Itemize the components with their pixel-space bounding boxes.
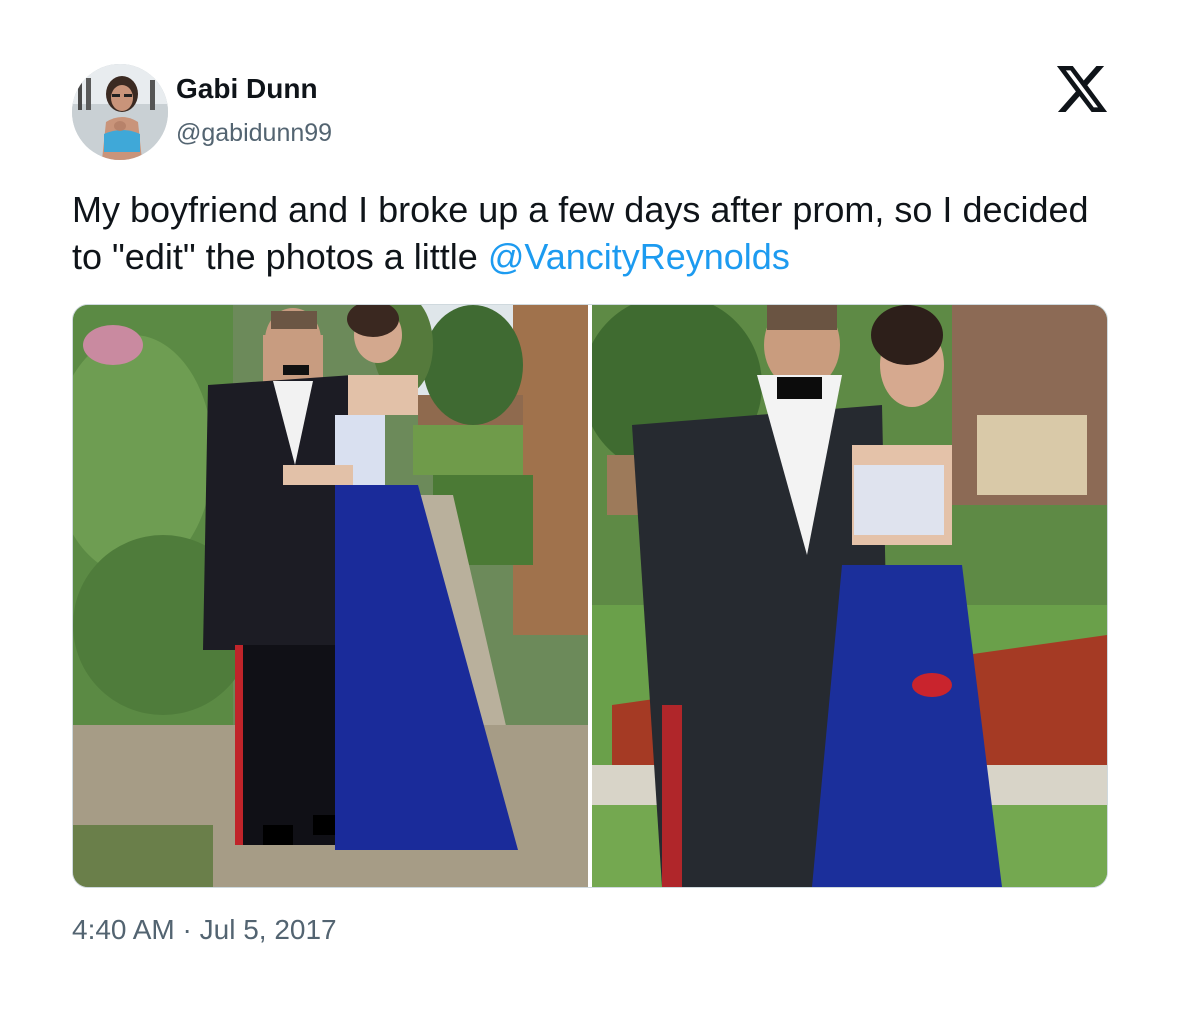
tweet-mention-link[interactable]: @VancityReynolds — [488, 236, 790, 277]
tweet-timestamp[interactable]: 4:40 AM · Jul 5, 2017 — [72, 912, 337, 948]
author-display-name[interactable]: Gabi Dunn — [176, 72, 318, 106]
avatar-image — [72, 64, 168, 160]
author-avatar[interactable] — [72, 64, 168, 160]
tweet-time: 4:40 AM — [72, 914, 175, 945]
photo-right-image — [592, 305, 1107, 887]
tweet-text: My boyfriend and I broke up a few days a… — [72, 186, 1112, 280]
tweet-date: Jul 5, 2017 — [199, 914, 337, 945]
photo-left-image — [73, 305, 588, 887]
x-logo-icon[interactable] — [1056, 66, 1108, 112]
timestamp-separator: · — [174, 914, 200, 945]
tweet-media-grid — [72, 304, 1108, 888]
tweet-photo-right[interactable] — [592, 305, 1107, 887]
tweet-photo-left[interactable] — [73, 305, 588, 887]
author-handle[interactable]: @gabidunn99 — [176, 117, 332, 149]
